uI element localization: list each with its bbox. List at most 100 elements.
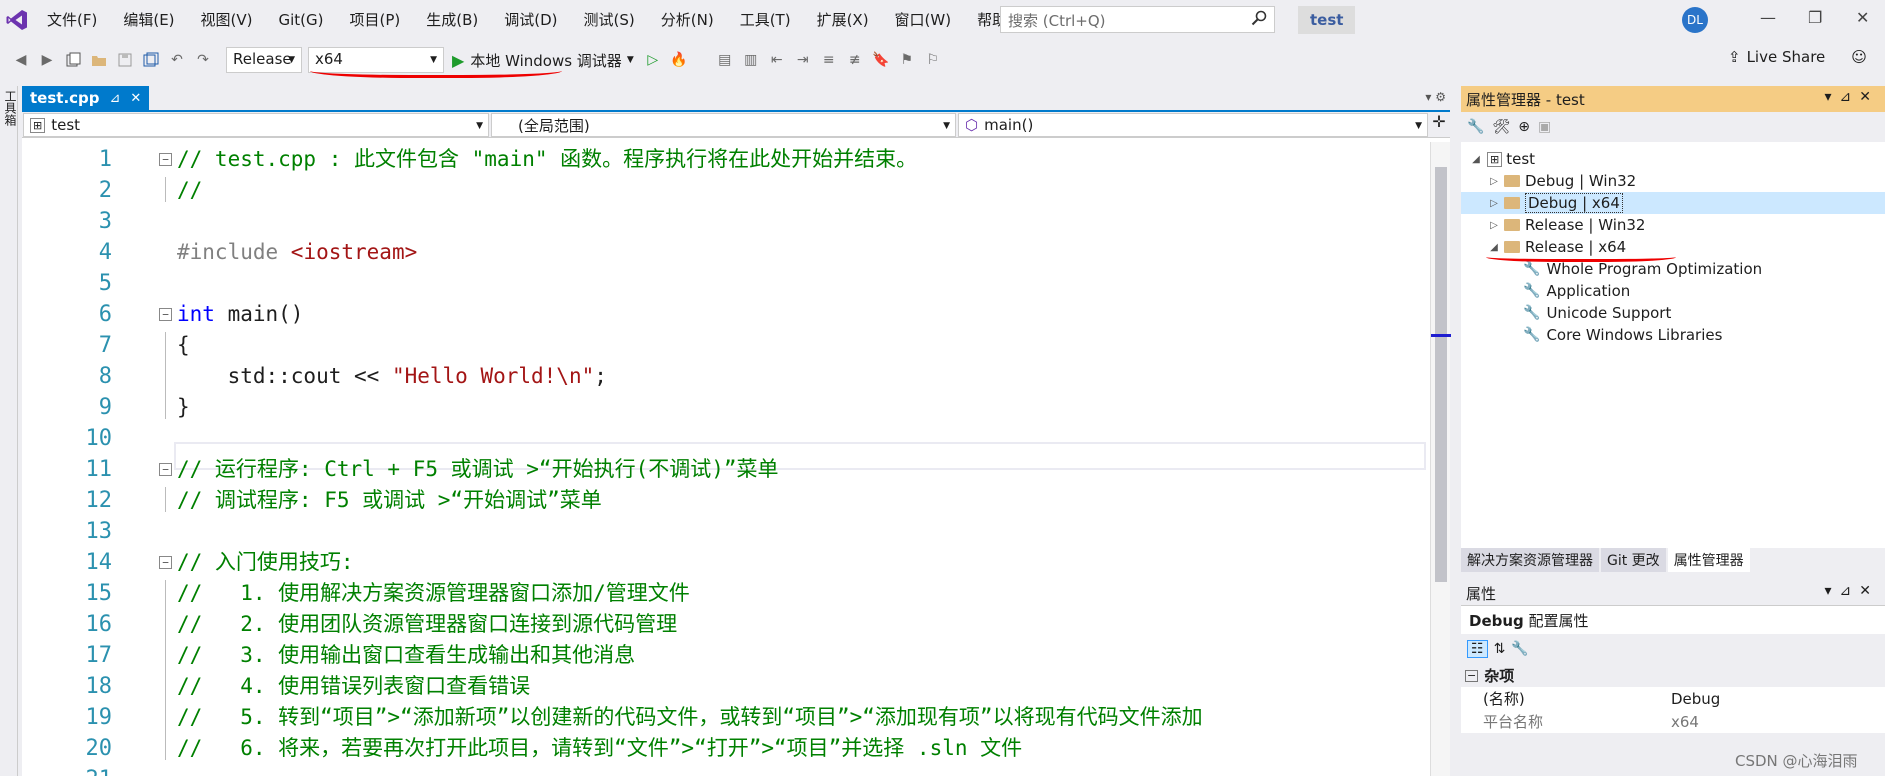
fold-toggle-icon[interactable]: − [159,463,172,476]
tree-child-application[interactable]: 🔧 Application [1461,280,1885,302]
tab-list-icon[interactable]: ▾ ⚙ [1425,90,1446,104]
menu-debug[interactable]: 调试(D) [491,0,570,40]
property-pages-icon[interactable]: 🔧 [1511,641,1528,657]
window-layout-icon[interactable]: ▥ [740,49,762,71]
code-line[interactable]: 20 // 6. 将来，若要再次打开此项目，请转到“文件”>“打开”>“项目”并选… [22,733,1430,764]
undo-icon[interactable]: ↶ [166,49,188,71]
collapsed-arrow-icon[interactable]: ▷ [1487,176,1501,187]
code-line[interactable]: 12 // 调试程序: F5 或调试 >“开始调试”菜单 [22,485,1430,516]
prev-bookmark-icon[interactable]: ⚑ [896,49,918,71]
code-line[interactable]: 10 [22,423,1430,454]
code-line[interactable]: 9} [22,392,1430,423]
add-property-sheet-icon[interactable]: 🛠 [1492,119,1510,135]
outdent-icon[interactable]: ⇥ [792,49,814,71]
code-line[interactable]: 17 // 3. 使用输出窗口查看生成输出和其他消息 [22,640,1430,671]
menu-view[interactable]: 视图(V) [188,0,266,40]
panel-controls-icon[interactable]: ▾⊿✕ [1825,583,1880,599]
code-line[interactable]: 11 −// 运行程序: Ctrl + F5 或调试 >“开始执行(不调试)”菜单 [22,454,1430,485]
solution-configuration-dropdown[interactable]: Release ▼ [226,47,302,73]
search-input[interactable]: 搜索 (Ctrl+Q) [1000,6,1275,33]
tab-git-changes[interactable]: Git 更改 [1601,548,1666,572]
menu-file[interactable]: 文件(F) [34,0,110,40]
code-line[interactable]: 1 −// test.cpp : 此文件包含 "main" 函数。程序执行将在此处… [22,144,1430,175]
code-line[interactable]: 5 [22,268,1430,299]
save-icon[interactable] [114,49,136,71]
close-tab-icon[interactable]: ✕ [130,91,141,106]
scope-dropdown[interactable]: (全局范围) ▼ [491,113,956,137]
member-dropdown[interactable]: ⬡ main() ▼ [958,113,1428,137]
properties-object-header[interactable]: Debug 配置属性 [1461,606,1885,634]
collapse-icon[interactable]: − [1465,669,1479,682]
menu-edit[interactable]: 编辑(E) [110,0,187,40]
tab-property-manager[interactable]: 属性管理器 [1667,548,1750,572]
back-icon[interactable]: ◀ [10,49,32,71]
fold-toggle-icon[interactable]: − [159,308,172,321]
minimize-icon[interactable]: — [1760,8,1776,27]
code-line[interactable]: 15 // 1. 使用解决方案资源管理器窗口添加/管理文件 [22,578,1430,609]
property-row-name[interactable]: (名称) Debug [1461,687,1885,710]
project-dropdown[interactable]: ⊞ test ▼ [23,113,489,137]
avatar[interactable]: DL [1682,7,1708,33]
menu-build[interactable]: 生成(B) [413,0,491,40]
tab-solution-explorer[interactable]: 解决方案资源管理器 [1461,548,1599,572]
solution-explorer-icon[interactable]: ▤ [714,49,736,71]
collapsed-arrow-icon[interactable]: ▷ [1487,220,1501,231]
code-line[interactable]: 8 std::cout << "Hello World!\n"; [22,361,1430,392]
tab-test-cpp[interactable]: test.cpp ⊿ ✕ [22,86,150,110]
next-bookmark-icon[interactable]: ⚐ [922,49,944,71]
tree-child-unicode-support[interactable]: 🔧 Unicode Support [1461,302,1885,324]
tree-item-debug-win32[interactable]: ▷ Debug | Win32 [1461,170,1885,192]
menu-extensions[interactable]: 扩展(X) [804,0,882,40]
code-line[interactable]: 6 − int main() [22,299,1430,330]
panel-controls-icon[interactable]: ▾⊿✕ [1825,89,1880,105]
uncomment-icon[interactable]: ≢ [844,49,866,71]
save-sheet-icon[interactable]: ▣ [1538,119,1551,135]
close-icon[interactable]: ✕ [1856,8,1869,27]
code-line[interactable]: 14 −// 入门使用技巧: [22,547,1430,578]
code-line[interactable]: 4 #include <iostream> [22,237,1430,268]
fold-toggle-icon[interactable]: − [159,153,172,166]
hot-reload-icon[interactable]: 🔥 [668,49,690,71]
alphabetical-icon[interactable]: ⇅ [1494,641,1506,657]
tree-item-release-win32[interactable]: ▷ Release | Win32 [1461,214,1885,236]
code-line[interactable]: 21 [22,764,1430,776]
code-line[interactable]: 19 // 5. 转到“项目”>“添加新项”以创建新的代码文件，或转到“项目”>“… [22,702,1430,733]
categorized-icon[interactable]: ☷ [1467,640,1488,658]
live-share-button[interactable]: ⇪ Live Share ☺ [1728,48,1867,66]
new-project-icon[interactable] [62,49,84,71]
indent-icon[interactable]: ⇤ [766,49,788,71]
toolbox-strip[interactable]: 工具箱 [0,86,18,776]
menu-project[interactable]: 项目(P) [337,0,414,40]
bookmark-icon[interactable]: 🔖 [870,49,892,71]
code-area[interactable]: 1−// test.cpp : 此文件包含 "main" 函数。程序执行将在此处… [22,142,1430,776]
code-line[interactable]: 2 // [22,175,1430,206]
comment-icon[interactable]: ≡ [818,49,840,71]
menu-analyze[interactable]: 分析(N) [648,0,727,40]
fold-toggle-icon[interactable]: − [159,556,172,569]
add-existing-sheet-icon[interactable]: ⊕ [1518,119,1530,135]
menu-test[interactable]: 测试(S) [571,0,648,40]
forward-icon[interactable]: ▶ [36,49,58,71]
property-row-platform[interactable]: 平台名称 x64 [1461,710,1885,733]
tree-item-debug-x64[interactable]: ▷ Debug | x64 [1461,192,1885,214]
properties-wrench-icon[interactable]: 🔧 [1467,119,1484,135]
tree-root[interactable]: ◢ ⊞ test [1461,148,1885,170]
pin-icon[interactable]: ⊿ [110,91,121,106]
menu-window[interactable]: 窗口(W) [882,0,965,40]
restore-icon[interactable]: ❐ [1808,8,1822,27]
split-editor-icon[interactable]: ✛ [1429,112,1449,137]
menu-git[interactable]: Git(G) [266,0,337,40]
expanded-arrow-icon[interactable]: ◢ [1469,154,1483,165]
collapsed-arrow-icon[interactable]: ▷ [1487,198,1501,209]
redo-icon[interactable]: ↷ [192,49,214,71]
scrollbar-thumb[interactable] [1435,167,1447,582]
visual-studio-logo-icon[interactable] [0,0,34,40]
start-without-debugging-icon[interactable]: ▷ [642,49,664,71]
feedback-icon[interactable]: ☺ [1851,48,1867,66]
menu-tools[interactable]: 工具(T) [727,0,804,40]
vertical-scrollbar[interactable] [1430,142,1451,776]
tree-child-core-windows-libraries[interactable]: 🔧 Core Windows Libraries [1461,324,1885,346]
code-line[interactable]: 13 [22,516,1430,547]
property-category[interactable]: − 杂项 [1461,664,1885,687]
code-line[interactable]: 18 // 4. 使用错误列表窗口查看错误 [22,671,1430,702]
